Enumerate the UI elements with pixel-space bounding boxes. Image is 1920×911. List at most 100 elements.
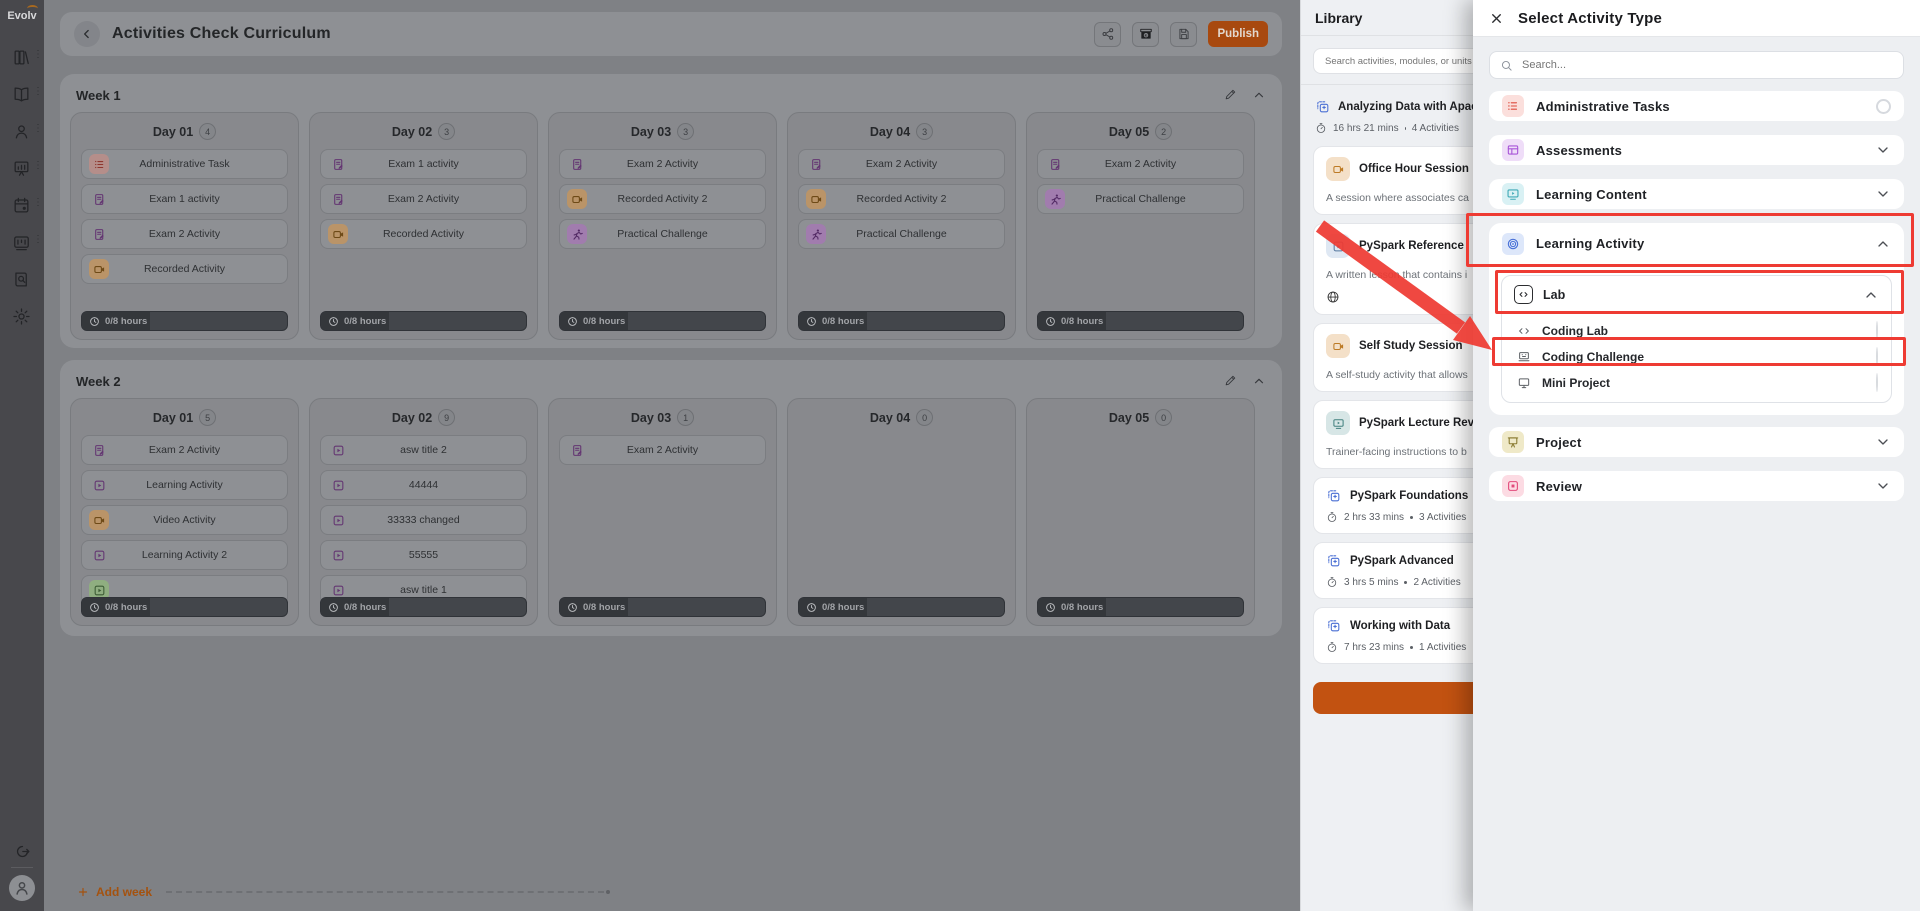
category-assessments[interactable]: Assessments — [1489, 135, 1904, 165]
category-review[interactable]: Review — [1489, 471, 1904, 501]
chevron-up-icon[interactable] — [1863, 287, 1879, 303]
option-mini-project[interactable]: Mini Project — [1502, 370, 1891, 396]
share-button[interactable] — [1094, 21, 1122, 47]
open-book-icon[interactable]: ⋮ — [12, 85, 43, 105]
activity-label: Practical Challenge — [1095, 193, 1186, 205]
activity-item[interactable]: Exam 1 activity — [320, 149, 527, 179]
user-icon[interactable]: ⋮ — [12, 122, 43, 142]
activity-item[interactable]: Exam 2 Activity — [1037, 149, 1244, 179]
close-icon[interactable] — [1489, 11, 1504, 26]
board-chart-icon[interactable]: ⋮ — [12, 159, 43, 179]
library-activity-card[interactable]: Self Study Session A self-study activity … — [1313, 323, 1473, 392]
learning-activity-icon — [1502, 232, 1524, 255]
activity-item[interactable]: 33333 changed — [320, 505, 527, 535]
activity-item[interactable]: Recorded Activity 2 — [798, 184, 1005, 214]
activity-label: 55555 — [408, 549, 439, 561]
library-activity-card[interactable]: PySpark Reference A written lesson that c… — [1313, 223, 1473, 315]
activity-item[interactable]: Recorded Activity 2 — [559, 184, 766, 214]
option-coding-challenge[interactable]: Coding Challenge — [1502, 344, 1891, 370]
clock-icon — [567, 316, 578, 327]
activity-item[interactable]: Exam 2 Activity — [559, 149, 766, 179]
activity-item[interactable]: Recorded Activity — [320, 219, 527, 249]
activity-item[interactable]: 55555 — [320, 540, 527, 570]
activity-item[interactable]: 44444 — [320, 470, 527, 500]
category-project[interactable]: Project — [1489, 427, 1904, 457]
play-activity-icon — [328, 440, 348, 460]
activity-item[interactable]: Practical Challenge — [559, 219, 766, 249]
calendar-dot-icon[interactable]: ⋮ — [12, 196, 43, 216]
activity-item[interactable]: Exam 2 Activity — [320, 184, 527, 214]
modal-search[interactable] — [1489, 51, 1904, 79]
chevron-down-icon[interactable] — [1875, 478, 1891, 494]
modal-search-input[interactable] — [1520, 58, 1893, 72]
collapse-week-icon[interactable] — [1252, 374, 1266, 388]
activity-item[interactable]: Exam 1 activity — [81, 184, 288, 214]
activity-item[interactable]: Video Activity — [81, 505, 288, 535]
chevron-down-icon[interactable] — [1875, 434, 1891, 450]
activity-item[interactable]: Exam 2 Activity — [798, 149, 1005, 179]
chevron-down-icon[interactable] — [1875, 142, 1891, 158]
library-activity-card[interactable]: Office Hour Session A session where assoc… — [1313, 146, 1473, 215]
activity-item[interactable]: Practical Challenge — [1037, 184, 1244, 214]
kebab-menu-icon[interactable]: ⋮ — [33, 50, 43, 60]
recorded-activity-icon — [806, 189, 826, 209]
kanban-icon[interactable]: ⋮ — [12, 233, 43, 253]
option-coding-lab[interactable]: Coding Lab — [1502, 318, 1891, 344]
edit-week-icon[interactable] — [1224, 88, 1237, 102]
day-hours-bar: 0/8 hours — [559, 597, 766, 617]
week-section: Week 2 Day 01 5 Exam 2 Activity Learning Act… — [60, 360, 1282, 636]
library-module-card[interactable]: PySpark Foundations 2 hrs 33 mins 3 Activi… — [1313, 477, 1473, 534]
library-search[interactable] — [1313, 48, 1473, 74]
activity-item[interactable]: Learning Activity — [81, 470, 288, 500]
recorded-activity-icon — [567, 189, 587, 209]
radio-button[interactable] — [1876, 321, 1878, 340]
play-activity-icon — [328, 475, 348, 495]
activity-item[interactable]: Learning Activity 2 — [81, 540, 288, 570]
collapse-week-icon[interactable] — [1252, 88, 1266, 102]
library-module-card[interactable]: Working with Data 7 hrs 23 mins 1 Activiti… — [1313, 607, 1473, 664]
logout-icon[interactable] — [14, 843, 31, 860]
library-module-card[interactable]: PySpark Advanced 3 hrs 5 mins 2 Activities — [1313, 542, 1473, 599]
activity-item[interactable]: Exam 2 Activity — [81, 435, 288, 465]
group-lab-header[interactable]: Lab — [1502, 276, 1891, 314]
activity-label: Practical Challenge — [856, 228, 947, 240]
history-button[interactable] — [1132, 21, 1160, 47]
library-activity-card[interactable]: PySpark Lecture Review Trainer-facing ins… — [1313, 400, 1473, 469]
kebab-menu-icon[interactable]: ⋮ — [33, 87, 43, 97]
radio-button[interactable] — [1876, 347, 1878, 366]
sidebar: Evolv ⋮ ⋮ ⋮ ⋮ ⋮ ⋮ — [0, 0, 44, 911]
chevron-up-icon[interactable] — [1875, 236, 1891, 252]
settings-gear-icon[interactable] — [12, 307, 32, 327]
activity-item[interactable]: Recorded Activity — [81, 254, 288, 284]
kebab-menu-icon[interactable]: ⋮ — [33, 124, 43, 134]
publish-button[interactable]: Publish — [1208, 21, 1268, 47]
back-button[interactable] — [74, 21, 100, 47]
category-learning-content[interactable]: Learning Content — [1489, 179, 1904, 209]
avatar[interactable] — [9, 875, 35, 901]
activity-item[interactable]: asw title 2 — [320, 435, 527, 465]
kebab-menu-icon[interactable]: ⋮ — [33, 235, 43, 245]
activity-item[interactable]: Exam 2 Activity — [559, 435, 766, 465]
category-label: Learning Activity — [1536, 236, 1645, 251]
books-icon[interactable]: ⋮ — [12, 48, 43, 68]
activity-item[interactable]: Exam 2 Activity — [81, 219, 288, 249]
curriculum-editor: Activities Check Curriculum Publish Week… — [44, 0, 1300, 911]
library-search-input[interactable] — [1323, 54, 1473, 68]
save-button[interactable] — [1170, 21, 1198, 47]
category-learning-activity-expanded: Learning Activity Lab Coding Lab Coding Cha… — [1489, 223, 1904, 415]
kebab-menu-icon[interactable]: ⋮ — [33, 161, 43, 171]
category-administrative-tasks[interactable]: Administrative Tasks — [1489, 91, 1904, 121]
book-search-icon[interactable] — [12, 270, 32, 290]
activity-label: asw title 1 — [400, 584, 447, 596]
library-add-button[interactable] — [1313, 682, 1473, 714]
activity-item[interactable]: Practical Challenge — [798, 219, 1005, 249]
activity-item[interactable]: Administrative Task — [81, 149, 288, 179]
chevron-down-icon[interactable] — [1875, 186, 1891, 202]
radio-button[interactable] — [1876, 98, 1891, 114]
edit-week-icon[interactable] — [1224, 374, 1237, 388]
category-learning-activity[interactable]: Learning Activity — [1489, 223, 1904, 265]
kebab-menu-icon[interactable]: ⋮ — [33, 198, 43, 208]
library-top-module[interactable]: Analyzing Data with Apache 16 hrs 21 mins… — [1301, 85, 1473, 138]
radio-button[interactable] — [1876, 373, 1878, 392]
add-week-button[interactable]: Add week — [77, 885, 611, 899]
